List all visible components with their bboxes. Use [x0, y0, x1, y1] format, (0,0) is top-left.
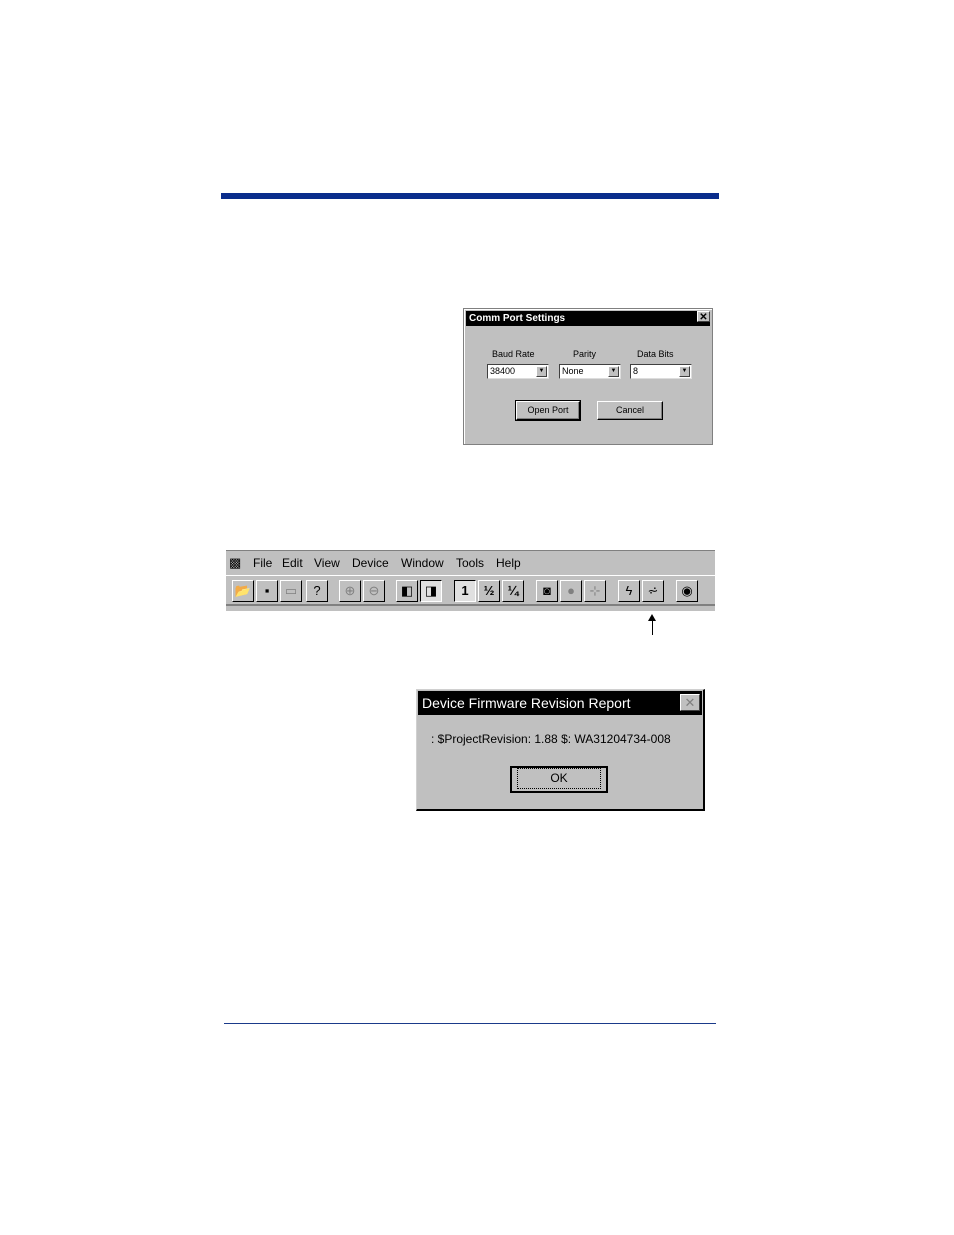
crosshair-icon[interactable]: ⊹ [584, 580, 606, 602]
toolbar: 📂 ▪ ▭ ? ⊕ ⊖ ◧ ◨ 1 ½ ¼ ◙ ● ⊹ ϟ ⩫ ◉ [226, 575, 715, 606]
header-rule [221, 193, 719, 199]
menubar: ▩ File Edit View Device Window Tools Hel… [226, 550, 715, 575]
firmware-revision-message: : $ProjectRevision: 1.88 $: WA31204734-0… [431, 732, 671, 746]
chevron-down-icon[interactable]: ▼ [679, 366, 690, 377]
comm-port-dialog: Comm Port Settings ✕ Baud Rate Parity Da… [463, 308, 713, 445]
contrast-right-icon[interactable]: ◨ [420, 580, 442, 602]
close-icon[interactable]: ✕ [680, 694, 700, 711]
print-icon[interactable]: ▭ [280, 580, 302, 602]
chevron-down-icon[interactable]: ▼ [608, 366, 619, 377]
menu-edit[interactable]: Edit [282, 556, 303, 570]
scale-quarter-icon[interactable]: ¼ [502, 580, 524, 602]
zoom-in-icon[interactable]: ⊕ [339, 580, 361, 602]
app-menubar-toolbar: ▩ File Edit View Device Window Tools Hel… [226, 550, 715, 611]
baud-rate-value: 38400 [490, 366, 516, 376]
menu-help[interactable]: Help [496, 556, 521, 570]
parity-select[interactable]: None ▼ [559, 364, 621, 379]
menu-view[interactable]: View [314, 556, 340, 570]
save-icon[interactable]: ▪ [256, 580, 278, 602]
ok-button-label: OK [517, 768, 601, 789]
app-icon[interactable]: ▩ [229, 556, 243, 570]
scale-half-icon[interactable]: ½ [478, 580, 500, 602]
circle-icon[interactable]: ● [560, 580, 582, 602]
zoom-out-icon[interactable]: ⊖ [363, 580, 385, 602]
flash-icon[interactable]: ϟ [618, 580, 640, 602]
scale-1-icon[interactable]: 1 [454, 580, 476, 602]
data-bits-value: 8 [633, 366, 639, 376]
contrast-left-icon[interactable]: ◧ [396, 580, 418, 602]
comm-dialog-title: Comm Port Settings [466, 311, 710, 326]
footer-rule [224, 1023, 716, 1024]
menu-tools[interactable]: Tools [456, 556, 484, 570]
viewer-icon[interactable]: ◉ [676, 580, 698, 602]
open-folder-icon[interactable]: 📂 [232, 580, 254, 602]
ok-button[interactable]: OK [510, 766, 608, 793]
chevron-down-icon[interactable]: ▼ [536, 366, 547, 377]
menu-device[interactable]: Device [352, 556, 389, 570]
parity-label: Parity [573, 349, 597, 359]
close-icon[interactable]: ✕ [697, 311, 710, 323]
help-icon[interactable]: ? [306, 580, 328, 602]
pointer-arrow [652, 618, 653, 635]
firmware-icon[interactable]: ⩫ [642, 580, 664, 602]
menu-window[interactable]: Window [401, 556, 444, 570]
baud-rate-select[interactable]: 38400 ▼ [487, 364, 549, 379]
open-port-button[interactable]: Open Port [515, 400, 581, 421]
data-bits-label: Data Bits [637, 349, 674, 359]
camera-icon[interactable]: ◙ [536, 580, 558, 602]
cancel-button[interactable]: Cancel [597, 401, 663, 420]
firmware-dialog-title: Device Firmware Revision Report [418, 691, 702, 715]
menu-file[interactable]: File [253, 556, 272, 570]
parity-value: None [562, 366, 584, 376]
data-bits-select[interactable]: 8 ▼ [630, 364, 692, 379]
baud-rate-label: Baud Rate [492, 349, 535, 359]
firmware-report-dialog: Device Firmware Revision Report ✕ : $Pro… [416, 689, 705, 811]
